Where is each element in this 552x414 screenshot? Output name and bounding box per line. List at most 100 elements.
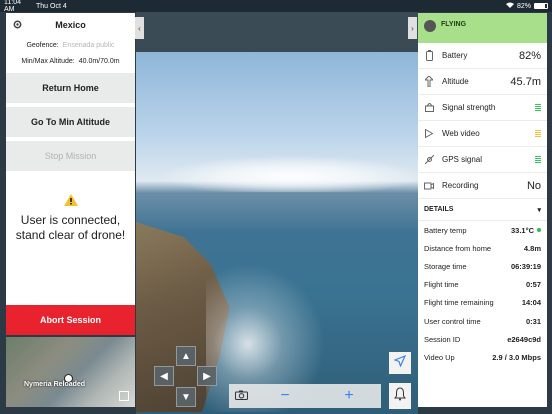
move-right-button[interactable]: ▶ — [197, 366, 217, 386]
details-title: DETAILS — [424, 206, 454, 213]
detail-label: Flight time remaining — [424, 298, 494, 308]
minimap[interactable]: Nymeria Reloaded — [6, 337, 135, 407]
stat-recording: Recording No — [418, 173, 547, 199]
detail-row: Battery temp 33.1°C — [418, 221, 547, 239]
altitude-icon — [424, 76, 434, 88]
chevron-down-icon: ▾ — [537, 206, 541, 214]
status-dot — [537, 228, 541, 233]
detail-label: Distance from home — [424, 243, 492, 253]
warning-message: User is connected, stand clear of drone! — [15, 213, 126, 242]
detail-value: e2649c9d — [507, 334, 541, 344]
flight-state-header: FLYING — [418, 13, 547, 43]
stat-battery: Battery 82% — [418, 43, 547, 69]
warning-block: User is connected, stand clear of drone! — [6, 193, 135, 243]
warning-icon — [63, 193, 78, 206]
stat-value: No — [526, 179, 541, 192]
battery-icon — [534, 3, 548, 9]
detail-label: User control time — [424, 316, 481, 326]
mission-header: Mexico — [6, 13, 135, 37]
detail-value: 4.8m — [523, 243, 541, 253]
detail-label: Session ID — [424, 334, 461, 344]
telemetry-panel: FLYING Battery 82% Altitude 45.7m Signal… — [418, 13, 547, 407]
detail-row: Storage time 06:39:19 — [418, 257, 547, 275]
camera-button[interactable] — [229, 387, 253, 405]
collapse-left-panel-button[interactable]: ‹ — [135, 17, 144, 39]
detail-label: Video Up — [424, 352, 455, 362]
stat-gps: GPS signal — [418, 147, 547, 173]
chevron-left-icon: ‹ — [138, 23, 141, 33]
detail-label: Flight time — [424, 280, 459, 290]
gps-icon — [424, 154, 434, 166]
signal-status-bars — [535, 103, 541, 112]
detail-value: 2.9 / 3.0 Mbps — [492, 352, 541, 362]
locate-button[interactable] — [389, 352, 411, 374]
detail-label: Storage time — [424, 261, 467, 271]
camera-icon — [234, 387, 248, 405]
detail-row: User control time 0:31 — [418, 312, 547, 330]
recording-icon — [424, 180, 434, 192]
return-home-button[interactable]: Return Home — [6, 73, 135, 103]
altitude-row: Min/Max Altitude: 40.0m/70.0m — [6, 53, 135, 69]
detail-row: Flight time remaining 14:04 — [418, 294, 547, 312]
altitude-value: 40.0m/70.0m — [78, 57, 120, 65]
minimap-label: Nymeria Reloaded — [24, 381, 86, 388]
stop-mission-button[interactable]: Stop Mission — [6, 141, 135, 171]
status-bar: 11:04 AM Thu Oct 4 82% — [0, 0, 552, 13]
detail-value: 06:39:19 — [510, 261, 541, 271]
flight-state: FLYING — [441, 21, 467, 28]
stat-signal: Signal strength — [418, 95, 547, 121]
stat-label: Signal strength — [442, 103, 496, 112]
zoom-out-button[interactable]: − — [280, 387, 289, 405]
status-battery-text: 82% — [516, 2, 531, 10]
mission-title: Mexico — [55, 20, 86, 30]
detail-row: Video Up 2.9 / 3.0 Mbps — [418, 348, 547, 366]
camera-bar: − + — [229, 384, 381, 408]
detail-value: 0:57 — [525, 280, 541, 290]
status-right: 82% — [505, 2, 548, 10]
stat-value: 82% — [518, 49, 541, 62]
wifi-icon — [505, 2, 514, 10]
status-time: 11:04 AM — [4, 0, 21, 13]
collapse-right-panel-button[interactable]: › — [408, 17, 417, 39]
expand-map-icon[interactable] — [119, 391, 129, 401]
gear-icon[interactable] — [12, 19, 23, 30]
detail-value: 14:04 — [521, 298, 541, 308]
stat-altitude: Altitude 45.7m — [418, 69, 547, 95]
stat-value: 45.7m — [510, 75, 541, 88]
zoom-in-button[interactable]: + — [344, 387, 353, 405]
gps-status-bars — [535, 155, 541, 164]
stat-label: Recording — [442, 181, 479, 190]
clouds — [136, 152, 418, 192]
location-arrow-icon — [393, 354, 407, 372]
detail-value: 33.1°C — [510, 225, 534, 235]
abort-session-button[interactable]: Abort Session — [6, 305, 135, 335]
detail-value: 0:31 — [525, 316, 541, 326]
battery-icon — [424, 50, 434, 62]
arrow-down-icon: ▼ — [181, 391, 191, 403]
stat-label: Battery — [442, 51, 468, 60]
geofence-row: Geofence: Ensenada public — [6, 37, 135, 53]
signal-icon — [424, 102, 434, 114]
detail-row: Flight time 0:57 — [418, 276, 547, 294]
stat-label: GPS signal — [442, 155, 483, 164]
arrow-right-icon: ▶ — [203, 370, 211, 382]
stat-web-video: Web video — [418, 121, 547, 147]
move-left-button[interactable]: ◀ — [154, 366, 174, 386]
details-header[interactable]: DETAILS ▾ — [418, 199, 547, 221]
arrow-left-icon: ◀ — [160, 370, 168, 382]
mission-panel: Mexico Geofence: Ensenada public Min/Max… — [6, 13, 135, 335]
go-min-altitude-button[interactable]: Go To Min Altitude — [6, 107, 135, 137]
bell-icon — [394, 386, 406, 406]
play-icon — [424, 128, 434, 140]
web-video-status-bars — [535, 129, 541, 138]
stat-label: Web video — [442, 129, 480, 138]
geofence-value: Ensenada public — [62, 41, 115, 49]
detail-row: Session ID e2649c9d — [418, 330, 547, 348]
move-up-button[interactable]: ▲ — [176, 346, 196, 366]
arrow-up-icon: ▲ — [181, 350, 191, 362]
move-down-button[interactable]: ▼ — [176, 387, 196, 407]
zoom-controls: − + — [253, 387, 381, 405]
stat-label: Altitude — [442, 77, 469, 86]
detail-label: Battery temp — [424, 225, 467, 235]
notifications-button[interactable] — [389, 383, 411, 409]
